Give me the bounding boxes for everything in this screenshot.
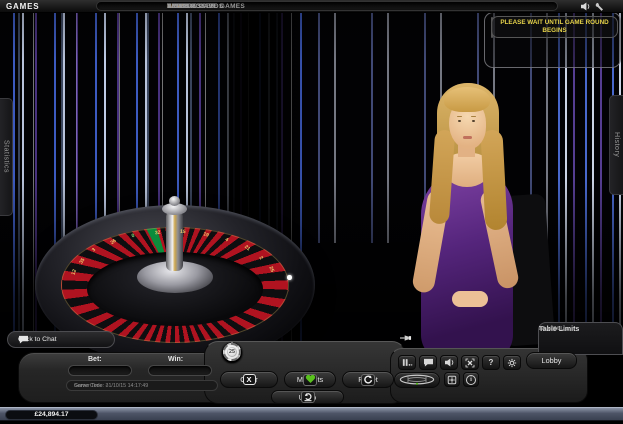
undo-icon [301, 391, 315, 403]
balance-display: £24,894.17 [5, 410, 98, 421]
wait-message: PLEASE WAIT UNTIL GAME ROUND BEGINS [491, 16, 618, 38]
chip-face: 25 [223, 343, 241, 361]
settings-gear-icon[interactable] [503, 355, 521, 370]
help-icon[interactable]: ? [482, 355, 500, 370]
status-bar: £24,894.17 [0, 407, 623, 421]
click-to-chat-button[interactable]: Click to Chat [7, 331, 115, 348]
lobby-label: Lobby [542, 356, 562, 365]
wheel-number: 15 [179, 230, 185, 235]
wheel-number: 19 [203, 232, 210, 238]
wheel-turret-knob [169, 196, 180, 206]
info-glyph: i [470, 376, 472, 383]
wheel-number: 12 [72, 269, 79, 276]
table-limits-box: Table Limits Straight Up: £5 - £10 [538, 322, 623, 355]
view-mode-icon[interactable] [398, 355, 416, 370]
win-value-field [148, 365, 212, 376]
main-menu: NEWSLOTSTABLE & CARDSVIDEO POKERARCADEPR… [96, 1, 558, 11]
pin-icon[interactable] [400, 334, 414, 343]
wheel-number: 3 [92, 248, 98, 253]
statistics-tab[interactable]: Statistics [0, 98, 13, 216]
sound-icon[interactable] [580, 2, 592, 12]
chat-bubble-icon [8, 335, 19, 344]
info-icon[interactable]: i [463, 372, 479, 387]
clear-x-icon: X [243, 374, 256, 385]
undo-button[interactable]: Undo [271, 390, 344, 404]
wheel-number: 26 [110, 239, 117, 246]
chip-value: 25 [229, 349, 235, 355]
wheel-number: 2 [257, 256, 263, 261]
fullscreen-icon[interactable] [461, 355, 479, 370]
wheel-number: 21 [243, 245, 250, 252]
help-glyph: ? [489, 358, 494, 367]
game-code: Game Code: - [74, 383, 107, 389]
my-bets-icon [303, 374, 317, 386]
lobby-button[interactable]: Lobby [526, 352, 577, 369]
server-info-bar: Server Time: 31/10/15 14:17:49 Game Code… [66, 380, 218, 391]
chat-toggle-icon[interactable] [419, 355, 437, 370]
sound-toggle-icon[interactable] [440, 355, 458, 370]
game-status-panel: PLEASE WAIT UNTIL GAME ROUND BEGINS [484, 12, 621, 68]
wrench-icon[interactable] [595, 2, 607, 12]
live-roulette-window: 1235 3 26 0 32 15 19 4 21 2 25 [0, 0, 623, 424]
neighbours-icon[interactable] [444, 372, 460, 387]
top-menu-bar: GAMES NEWSLOTSTABLE & CARDSVIDEO POKERAR… [0, 0, 623, 13]
rebet-button[interactable]: Rebet [342, 371, 394, 388]
games-logo: GAMES [6, 2, 39, 11]
wheel-turret [166, 211, 183, 271]
rebet-icon [361, 374, 375, 386]
history-tab-label: History [613, 132, 620, 157]
wheel-number: 25 [267, 266, 274, 273]
chip-row: 0.100.250.50151025 [222, 343, 392, 373]
wheel-number: 35 [79, 258, 86, 265]
clear-button[interactable]: Clear X [220, 371, 278, 388]
menu-item-progressive-games[interactable]: PROGRESSIVE GAMES [167, 3, 245, 10]
bet-value-field [68, 365, 132, 376]
statistics-tab-label: Statistics [3, 140, 10, 173]
table-limits-range: £5 - £10 [539, 326, 560, 334]
bet-label: Bet: [88, 356, 102, 363]
win-label: Win: [168, 356, 183, 363]
wheel-number: 4 [224, 238, 229, 244]
racetrack-icon[interactable] [394, 372, 440, 388]
wheel-number: 32 [155, 230, 161, 236]
dealer-hands [452, 291, 488, 307]
wheel-number: 0 [131, 234, 135, 240]
my-bets-button[interactable]: My Bets [284, 371, 336, 388]
history-tab[interactable]: History [609, 95, 623, 195]
roulette-ball [287, 275, 292, 280]
